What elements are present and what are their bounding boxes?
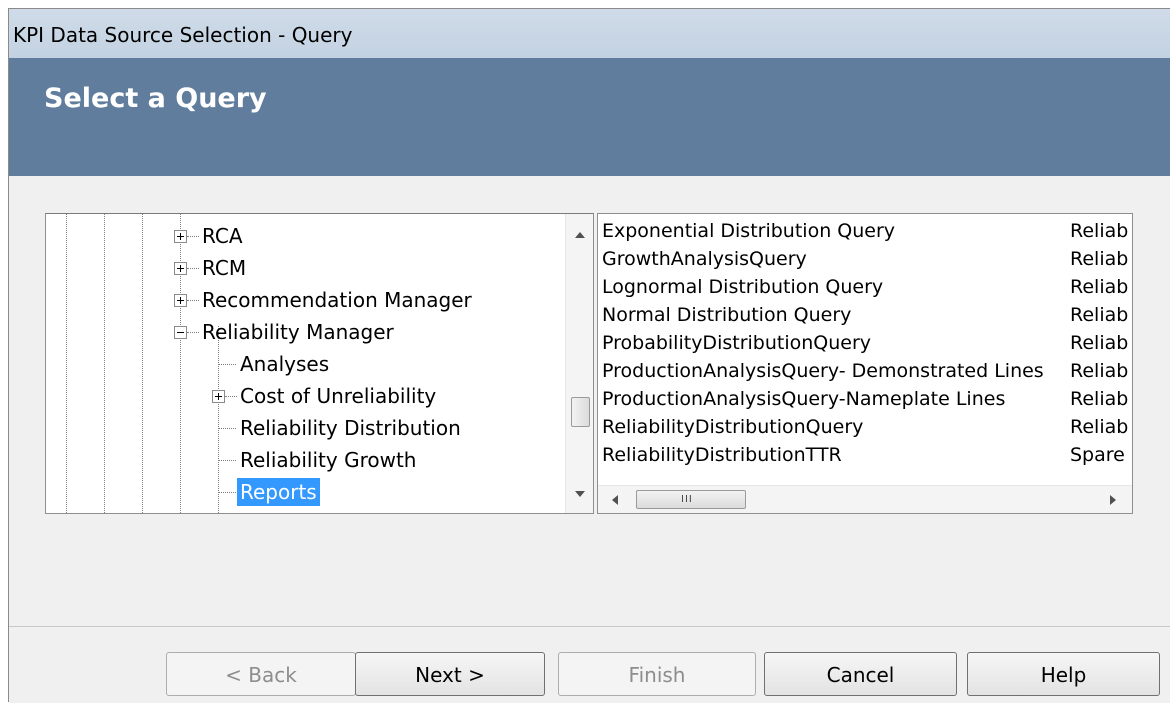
collapse-minus-icon[interactable] bbox=[174, 326, 187, 339]
cancel-button[interactable]: Cancel bbox=[764, 652, 957, 696]
tree-node-analyses[interactable]: Analyses bbox=[46, 350, 566, 378]
tree-node-label[interactable]: Reliability Manager bbox=[199, 318, 397, 346]
tree-vertical-scrollbar[interactable] bbox=[565, 214, 593, 513]
scroll-up-arrow-icon[interactable] bbox=[575, 232, 585, 238]
list-item[interactable]: Exponential Distribution Query Reliab bbox=[598, 217, 1132, 245]
tree-connector bbox=[218, 428, 236, 429]
query-name: ProductionAnalysisQuery-Nameplate Lines bbox=[602, 388, 1006, 410]
tree-node-reliability-distribution[interactable]: Reliability Distribution bbox=[46, 414, 566, 442]
list-item[interactable]: ProductionAnalysisQuery- Demonstrated Li… bbox=[598, 357, 1132, 385]
tree-node-rca[interactable]: RCA bbox=[46, 222, 566, 250]
query-name: Exponential Distribution Query bbox=[602, 220, 896, 242]
query-name: GrowthAnalysisQuery bbox=[602, 248, 807, 270]
tree-connector bbox=[187, 300, 199, 301]
query-name: ReliabilityDistributionQuery bbox=[602, 416, 864, 438]
list-item[interactable]: ReliabilityDistributionQuery Reliab bbox=[598, 413, 1132, 441]
tree-node-label[interactable]: RCA bbox=[199, 222, 246, 250]
list-horizontal-scrollbar[interactable]: III bbox=[598, 485, 1132, 513]
tree-connector bbox=[187, 332, 199, 333]
query-name: ProductionAnalysisQuery- Demonstrated Li… bbox=[602, 360, 1044, 382]
title-bar[interactable]: KPI Data Source Selection - Query bbox=[9, 9, 1170, 58]
query-name: Lognormal Distribution Query bbox=[602, 276, 884, 298]
query-family: Spare bbox=[1070, 444, 1125, 466]
tree-connector bbox=[218, 492, 236, 493]
next-button[interactable]: Next > bbox=[355, 652, 545, 696]
query-family: Reliab bbox=[1070, 388, 1129, 410]
query-family: Reliab bbox=[1070, 416, 1129, 438]
query-name: ProbabilityDistributionQuery bbox=[602, 332, 872, 354]
expand-plus-icon[interactable] bbox=[174, 230, 187, 243]
tree-node-cost-of-unreliability[interactable]: Cost of Unreliability bbox=[46, 382, 566, 410]
tree-node-label[interactable]: Reliability Distribution bbox=[237, 414, 464, 442]
tree-node-label[interactable]: Recommendation Manager bbox=[199, 286, 475, 314]
list-item[interactable]: GrowthAnalysisQuery Reliab bbox=[598, 245, 1132, 273]
help-button[interactable]: Help bbox=[967, 652, 1160, 696]
tree-connector bbox=[225, 396, 237, 397]
query-family: Reliab bbox=[1070, 220, 1129, 242]
tree-node-rcm[interactable]: RCM bbox=[46, 254, 566, 282]
button-bar: < Back Next > Finish Cancel Help bbox=[9, 626, 1170, 703]
tree-connector bbox=[187, 268, 199, 269]
tree-node-reliability-manager[interactable]: Reliability Manager bbox=[46, 318, 566, 346]
scrollbar-grip: III bbox=[681, 494, 693, 505]
wizard-content: RCA RCM Recommendation Manager Reliabili… bbox=[9, 176, 1170, 626]
tree-connector bbox=[218, 364, 236, 365]
query-list[interactable]: Exponential Distribution Query Reliab Gr… bbox=[597, 213, 1133, 514]
tree-node-label-selected[interactable]: Reports bbox=[237, 478, 320, 506]
tree-node-recommendation-manager[interactable]: Recommendation Manager bbox=[46, 286, 566, 314]
scroll-down-arrow-icon[interactable] bbox=[575, 491, 585, 497]
tree-node-label[interactable]: Reliability Growth bbox=[237, 446, 419, 474]
tree-connector bbox=[218, 460, 236, 461]
page-title: Select a Query bbox=[44, 83, 267, 114]
list-item[interactable]: ReliabilityDistributionTTR Spare bbox=[598, 441, 1132, 469]
tree-node-label[interactable]: Analyses bbox=[237, 350, 332, 378]
list-item[interactable]: Normal Distribution Query Reliab bbox=[598, 301, 1132, 329]
scrollbar-thumb[interactable]: III bbox=[636, 490, 746, 509]
back-button[interactable]: < Back bbox=[166, 652, 356, 696]
query-family: Reliab bbox=[1070, 304, 1129, 326]
query-name: ReliabilityDistributionTTR bbox=[602, 444, 842, 466]
window-title: KPI Data Source Selection - Query bbox=[13, 23, 353, 47]
dialog-window: KPI Data Source Selection - Query Select… bbox=[8, 8, 1170, 703]
wizard-header: Select a Query bbox=[9, 58, 1170, 176]
tree-node-label[interactable]: RCM bbox=[199, 254, 249, 282]
finish-button[interactable]: Finish bbox=[558, 652, 756, 696]
query-family: Reliab bbox=[1070, 332, 1129, 354]
query-family: Reliab bbox=[1070, 248, 1129, 270]
query-tree[interactable]: RCA RCM Recommendation Manager Reliabili… bbox=[45, 213, 594, 514]
tree-node-reliability-growth[interactable]: Reliability Growth bbox=[46, 446, 566, 474]
tree-connector bbox=[187, 236, 199, 237]
list-item[interactable]: Lognormal Distribution Query Reliab bbox=[598, 273, 1132, 301]
expand-plus-icon[interactable] bbox=[174, 294, 187, 307]
list-item[interactable]: ProductionAnalysisQuery-Nameplate Lines … bbox=[598, 385, 1132, 413]
list-item[interactable]: ProbabilityDistributionQuery Reliab bbox=[598, 329, 1132, 357]
expand-plus-icon[interactable] bbox=[174, 262, 187, 275]
scrollbar-thumb[interactable] bbox=[571, 397, 590, 427]
scroll-left-arrow-icon[interactable] bbox=[612, 495, 618, 505]
tree-node-label[interactable]: Cost of Unreliability bbox=[237, 382, 439, 410]
tree-node-reports[interactable]: Reports bbox=[46, 478, 566, 506]
query-family: Reliab bbox=[1070, 276, 1129, 298]
query-name: Normal Distribution Query bbox=[602, 304, 852, 326]
query-family: Reliab bbox=[1070, 360, 1129, 382]
expand-plus-icon[interactable] bbox=[212, 390, 225, 403]
scroll-right-arrow-icon[interactable] bbox=[1110, 495, 1116, 505]
